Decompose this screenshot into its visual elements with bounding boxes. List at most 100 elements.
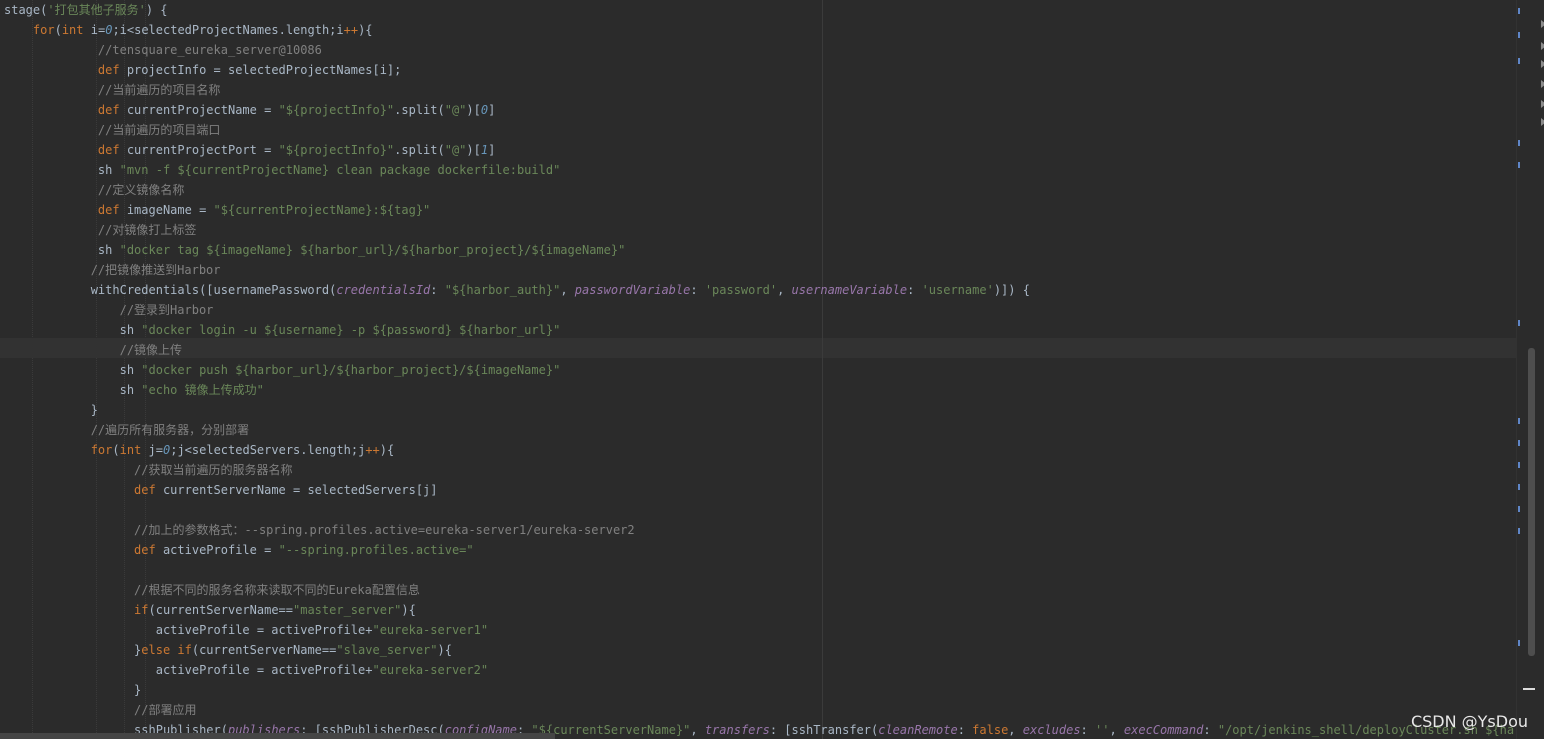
code-line[interactable]: //把镜像推送到Harbor [4, 260, 221, 280]
code-token: : [430, 283, 445, 297]
code-token: //部署应用 [134, 703, 197, 717]
code-token: execCommand [1123, 723, 1204, 737]
code-line[interactable]: def currentServerName = selectedServers[… [4, 480, 438, 500]
code-line[interactable]: sh "docker login -u ${username} -p ${pas… [4, 320, 561, 340]
code-token: imageName = [119, 203, 214, 217]
code-token: sh [4, 163, 120, 177]
code-line[interactable]: activeProfile = activeProfile+"eureka-se… [4, 660, 488, 680]
code-token: def [97, 143, 120, 157]
code-line[interactable]: for(int j=0;j<selectedServers.length;j++… [4, 440, 395, 460]
change-marker[interactable] [1518, 8, 1520, 14]
code-token: currentProjectName = [119, 103, 279, 117]
editor-right-gutter[interactable] [1516, 0, 1544, 739]
code-token: activeProfile = activeProfile+ [4, 623, 373, 637]
code-token: )]) { [993, 283, 1030, 297]
code-token: //加上的参数格式：--spring.profiles.active=eurek… [134, 523, 635, 537]
code-line[interactable]: stage('打包其他子服务') { [4, 0, 168, 20]
code-line[interactable]: //镜像上传 [4, 340, 182, 360]
code-line[interactable]: activeProfile = activeProfile+"eureka-se… [4, 620, 488, 640]
code-line[interactable]: //加上的参数格式：--spring.profiles.active=eurek… [4, 520, 635, 540]
code-token: sh [4, 383, 142, 397]
code-token: '' [1095, 723, 1110, 737]
code-token: cleanRemote [878, 723, 958, 737]
code-line[interactable]: } [4, 400, 98, 420]
code-token: "eureka-server1" [372, 623, 489, 637]
code-token: )[ [466, 143, 481, 157]
change-marker[interactable] [1518, 484, 1520, 490]
change-marker[interactable] [1518, 506, 1520, 512]
code-token: def [97, 203, 120, 217]
change-marker[interactable] [1518, 440, 1520, 446]
code-line[interactable]: def projectInfo = selectedProjectNames[i… [4, 60, 401, 80]
code-token: currentServerName = selectedServers[j] [155, 483, 438, 497]
code-line[interactable]: //对镜像打上标签 [4, 220, 196, 240]
change-marker[interactable] [1518, 462, 1520, 468]
code-token: projectInfo = selectedProjectNames[i]; [119, 63, 402, 77]
code-line[interactable]: }else if(currentServerName=="slave_serve… [4, 640, 452, 660]
code-line[interactable]: sh "docker tag ${imageName} ${harbor_url… [4, 240, 625, 260]
code-line[interactable]: def imageName = "${currentProjectName}:$… [4, 200, 430, 220]
code-token: "slave_server" [336, 643, 438, 657]
code-token: //根据不同的服务名称来读取不同的Eureka配置信息 [134, 583, 420, 597]
code-line[interactable]: //登录到Harbor [4, 300, 214, 320]
change-marker[interactable] [1518, 32, 1520, 38]
code-token: "docker push ${harbor_url}/${harbor_proj… [141, 363, 561, 377]
change-marker[interactable] [1518, 418, 1520, 424]
change-marker[interactable] [1518, 162, 1520, 168]
code-line[interactable]: //根据不同的服务名称来读取不同的Eureka配置信息 [4, 580, 420, 600]
code-line[interactable]: def currentProjectName = "${projectInfo}… [4, 100, 495, 120]
code-line[interactable]: if(currentServerName=="master_server"){ [4, 600, 416, 620]
code-token: def [134, 543, 156, 557]
code-token: def [134, 483, 156, 497]
code-line[interactable]: //tensquare_eureka_server@10086 [4, 40, 322, 60]
code-line[interactable]: def currentProjectPort = "${projectInfo}… [4, 140, 495, 160]
horizontal-scrollbar[interactable] [0, 733, 555, 739]
code-token: 'username' [921, 283, 994, 297]
code-token: excludes [1022, 723, 1081, 737]
change-marker[interactable] [1518, 320, 1520, 326]
code-line[interactable]: //遍历所有服务器，分别部署 [4, 420, 249, 440]
code-editor[interactable]: stage('打包其他子服务') { for(int i=0;i<selecte… [0, 0, 1516, 739]
change-marker[interactable] [1518, 528, 1520, 534]
code-token: //获取当前遍历的服务器名称 [134, 463, 293, 477]
code-line[interactable]: sh "mvn -f ${currentProjectName} clean p… [4, 160, 560, 180]
code-token: //定义镜像名称 [97, 183, 185, 197]
code-token: for [32, 23, 55, 37]
code-line[interactable]: //部署应用 [4, 700, 197, 720]
code-line[interactable]: for(int i=0;i<selectedProjectNames.lengt… [4, 20, 373, 40]
code-token: , [690, 723, 705, 737]
change-marker[interactable] [1518, 58, 1520, 64]
code-line[interactable]: //获取当前遍历的服务器名称 [4, 460, 293, 480]
change-marker[interactable] [1518, 140, 1520, 146]
code-line[interactable]: sh "docker push ${harbor_url}/${harbor_p… [4, 360, 561, 380]
code-token: , [1008, 723, 1023, 737]
code-token: for [90, 443, 113, 457]
code-token: //对镜像打上标签 [97, 223, 197, 237]
code-token: .split( [394, 103, 445, 117]
code-token: credentialsId [336, 283, 431, 297]
code-token: transfers [704, 723, 770, 737]
code-token: "${projectInfo}" [278, 103, 395, 117]
code-line[interactable]: def activeProfile = "--spring.profiles.a… [4, 540, 474, 560]
code-token: currentProjectPort = [119, 143, 279, 157]
current-line-highlight [0, 338, 1516, 358]
code-line[interactable]: //当前遍历的项目端口 [4, 120, 220, 140]
code-token: "@" [444, 103, 467, 117]
code-token: int [61, 23, 84, 37]
code-line[interactable]: //当前遍历的项目名称 [4, 80, 220, 100]
code-line[interactable]: withCredentials([usernamePassword(creden… [4, 280, 1030, 300]
code-line[interactable]: } [4, 680, 141, 700]
change-marker[interactable] [1518, 640, 1520, 646]
vertical-scrollbar[interactable] [1528, 348, 1535, 656]
code-line[interactable]: sh "echo 镜像上传成功" [4, 380, 264, 400]
code-token: : [1203, 723, 1218, 737]
code-token: stage( [4, 3, 48, 17]
code-line[interactable]: //定义镜像名称 [4, 180, 184, 200]
code-token: def [97, 103, 120, 117]
